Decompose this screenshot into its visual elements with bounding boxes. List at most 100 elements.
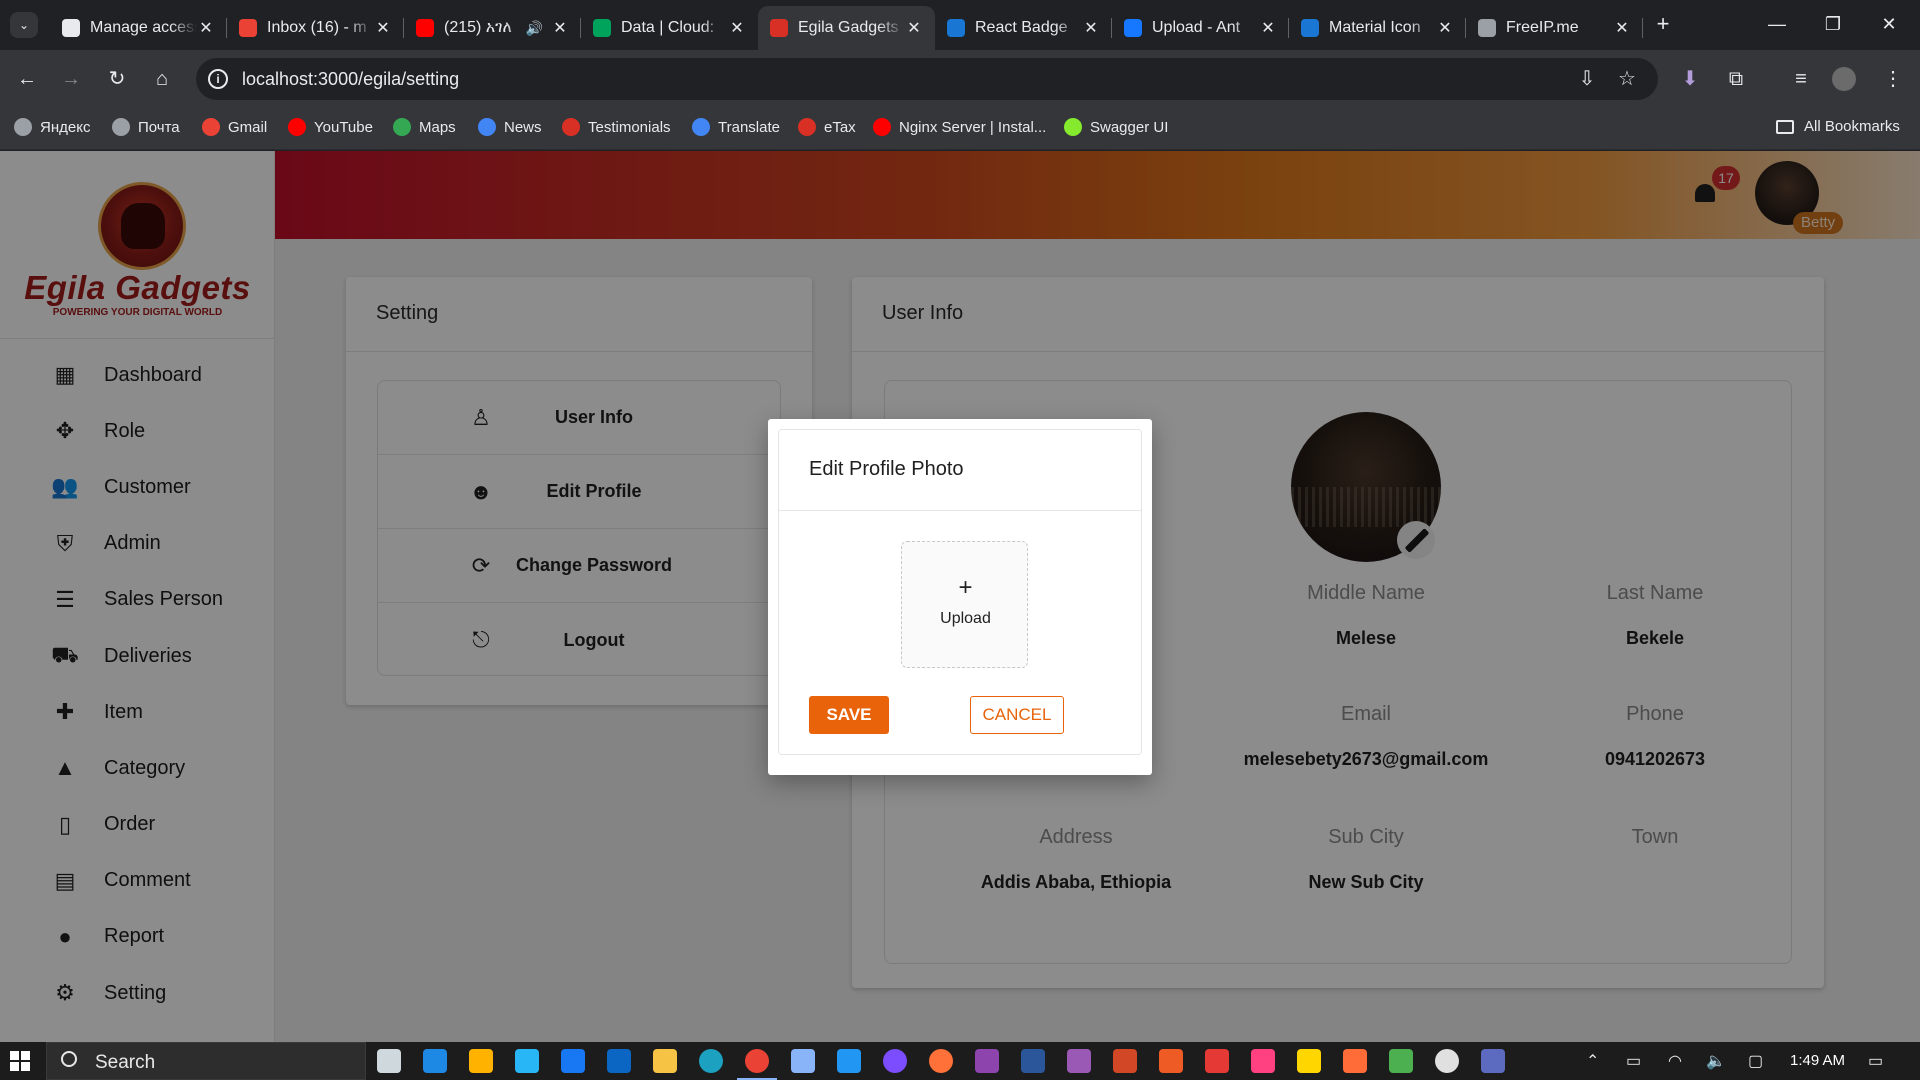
back-button[interactable]: ← <box>12 64 42 94</box>
bookmark-label: Gmail <box>228 118 268 136</box>
tray-chevron-icon[interactable]: ⌃ <box>1586 1051 1599 1071</box>
bookmark-label: Translate <box>718 118 780 136</box>
bookmark-favicon-icon <box>112 118 130 136</box>
linkedin-icon[interactable] <box>607 1049 631 1073</box>
youtube-icon <box>416 19 434 37</box>
tab-search-button[interactable]: ⌄ <box>10 12 38 38</box>
wifi-icon[interactable]: ◠ <box>1668 1051 1682 1071</box>
media-controls-icon[interactable]: ≡ <box>1786 64 1816 94</box>
sticky-notes-icon[interactable] <box>1297 1049 1321 1073</box>
word-icon[interactable] <box>1021 1049 1045 1073</box>
tab-audio-icon[interactable]: 🔊 <box>526 20 543 37</box>
url-text[interactable]: localhost:3000/egila/setting <box>242 69 459 90</box>
firefox-icon[interactable] <box>929 1049 953 1073</box>
facebook-icon[interactable] <box>561 1049 585 1073</box>
bookmark-label: Nginx Server | Instal... <box>899 118 1047 136</box>
bookmark-item[interactable]: News <box>478 118 542 136</box>
home-button[interactable]: ⌂ <box>147 64 177 94</box>
volume-icon[interactable]: 🔈 <box>1706 1051 1726 1071</box>
install-app-icon[interactable]: ⇩ <box>1572 64 1602 94</box>
cancel-button[interactable]: CANCEL <box>970 696 1064 734</box>
chrome-menu-icon[interactable]: ⋮ <box>1878 64 1908 94</box>
bookmark-item[interactable]: Translate <box>692 118 780 136</box>
minimize-button[interactable]: — <box>1754 8 1800 40</box>
divider <box>779 510 1141 511</box>
tab-close-icon[interactable]: ✕ <box>1436 18 1454 38</box>
site-info-icon[interactable]: i <box>208 69 228 89</box>
battery-icon[interactable]: ▭ <box>1626 1051 1641 1071</box>
eclipse-icon[interactable] <box>883 1049 907 1073</box>
tab-close-icon[interactable]: ✕ <box>197 18 215 38</box>
browser-tab[interactable]: Inbox (16) - m ✕ <box>227 6 404 50</box>
browser-tab[interactable]: Data | Cloud: ✕ <box>581 6 758 50</box>
window-close-button[interactable]: ✕ <box>1866 8 1912 40</box>
save-button[interactable]: SAVE <box>809 696 889 734</box>
git-kraken-icon[interactable] <box>1389 1049 1413 1073</box>
bookmark-item[interactable]: Яндекс <box>14 118 90 136</box>
postman-icon[interactable] <box>1159 1049 1183 1073</box>
all-bookmarks-button[interactable]: All Bookmarks <box>1776 118 1900 135</box>
browser-tab[interactable]: Upload - Ant ✕ <box>1112 6 1289 50</box>
dialog-card: Edit Profile Photo + Upload SAVE CANCEL <box>778 429 1142 755</box>
browser-tab[interactable]: FreeIP.me ✕ <box>1466 6 1643 50</box>
vscode-icon[interactable] <box>837 1049 861 1073</box>
virtualbox-icon[interactable] <box>791 1049 815 1073</box>
telegram-icon[interactable] <box>515 1049 539 1073</box>
github-desktop-icon[interactable] <box>1067 1049 1091 1073</box>
tab-close-icon[interactable]: ✕ <box>905 18 923 38</box>
tab-close-icon[interactable]: ✕ <box>1082 18 1100 38</box>
anydesk-icon[interactable] <box>1205 1049 1229 1073</box>
extensions-icon[interactable]: ⧉ <box>1721 64 1751 94</box>
visual-studio-icon[interactable] <box>975 1049 999 1073</box>
download-icon[interactable]: ⬇ <box>1675 64 1705 94</box>
bookmark-star-icon[interactable]: ☆ <box>1612 64 1642 94</box>
bookmark-label: YouTube <box>314 118 373 136</box>
restore-button[interactable]: ❐ <box>1810 8 1856 40</box>
store-icon[interactable] <box>469 1049 493 1073</box>
reload-button[interactable]: ↻ <box>102 64 132 94</box>
powerpoint-icon[interactable] <box>1113 1049 1137 1073</box>
tab-title: Material Icon <box>1329 19 1421 36</box>
tab-close-icon[interactable]: ✕ <box>1259 18 1277 38</box>
tab-close-icon[interactable]: ✕ <box>1613 18 1631 38</box>
browser-tab[interactable]: Manage access ✕ <box>50 6 227 50</box>
bookmark-item[interactable]: Swagger UI <box>1064 118 1168 136</box>
bookmark-item[interactable]: Почта <box>112 118 180 136</box>
mail-icon[interactable] <box>423 1049 447 1073</box>
bookmark-favicon-icon <box>798 118 816 136</box>
browser-tab[interactable]: React Badge ✕ <box>935 6 1112 50</box>
bookmark-item[interactable]: Testimonials <box>562 118 671 136</box>
postman-orange-icon[interactable] <box>1343 1049 1367 1073</box>
browser-tab[interactable]: Material Icon ✕ <box>1289 6 1466 50</box>
task-view-icon[interactable] <box>377 1049 401 1073</box>
tab-separator <box>1642 18 1643 38</box>
windows-start-icon[interactable] <box>10 1051 30 1071</box>
tab-close-icon[interactable]: ✕ <box>728 18 746 38</box>
file-explorer-icon[interactable] <box>653 1049 677 1073</box>
taskbar-search[interactable]: Search <box>46 1042 366 1080</box>
new-tab-button[interactable]: + <box>1652 12 1674 38</box>
clock[interactable]: 1:49 AM <box>1790 1052 1845 1069</box>
bookmark-label: Testimonials <box>588 118 671 136</box>
bookmark-item[interactable]: Nginx Server | Instal... <box>873 118 1046 136</box>
bookmark-item[interactable]: eTax <box>798 118 856 136</box>
notification-center-icon[interactable]: ▭ <box>1868 1051 1883 1071</box>
tab-close-icon[interactable]: ✕ <box>551 18 569 38</box>
forward-button[interactable]: → <box>56 64 86 94</box>
bookmark-item[interactable]: YouTube <box>288 118 373 136</box>
color-picker-icon[interactable] <box>1251 1049 1275 1073</box>
bookmark-label: News <box>504 118 542 136</box>
address-bar[interactable]: i localhost:3000/egila/setting <box>196 58 1658 100</box>
bookmark-item[interactable]: Maps <box>393 118 456 136</box>
profile-avatar-icon[interactable] <box>1832 67 1856 91</box>
whatsapp-icon[interactable] <box>1435 1049 1459 1073</box>
bookmark-item[interactable]: Gmail <box>202 118 267 136</box>
browser-tab[interactable]: Egila Gadgets ✕ <box>758 6 935 50</box>
upload-dropzone[interactable]: + Upload <box>901 541 1028 668</box>
browser-tab[interactable]: (215) አገለ 🔊 ✕ <box>404 6 581 50</box>
meet-now-icon[interactable]: ▢ <box>1748 1051 1763 1071</box>
tab-close-icon[interactable]: ✕ <box>374 18 392 38</box>
cube-app-icon[interactable] <box>1481 1049 1505 1073</box>
edge-icon[interactable] <box>699 1049 723 1073</box>
chrome-icon[interactable] <box>737 1049 777 1080</box>
